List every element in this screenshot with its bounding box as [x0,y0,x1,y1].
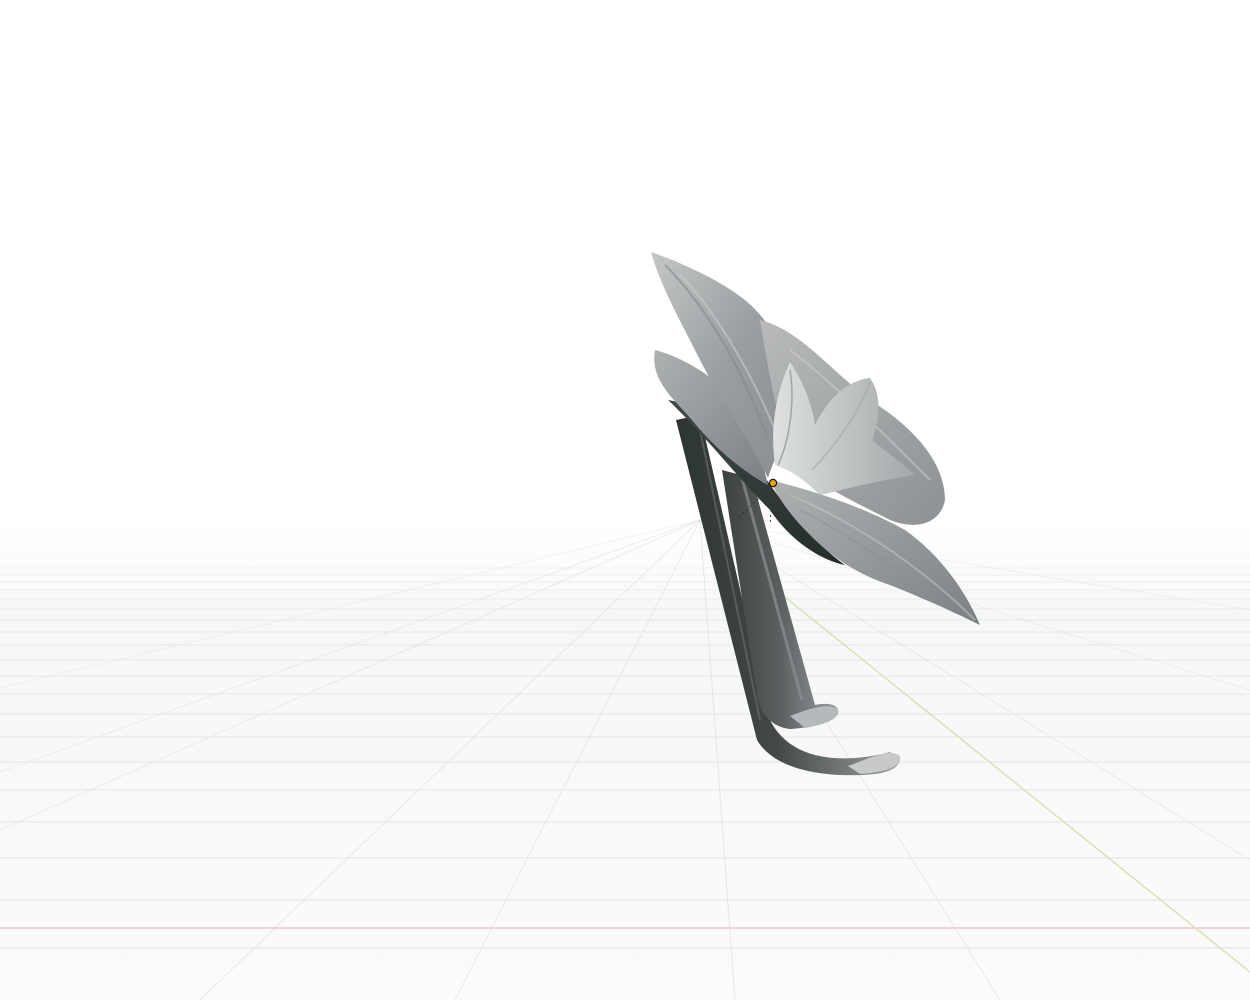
viewport-background [0,0,1250,1000]
3d-viewport[interactable] [0,0,1250,1000]
object-origin[interactable] [768,478,778,488]
viewport-canvas[interactable] [0,0,1250,1000]
